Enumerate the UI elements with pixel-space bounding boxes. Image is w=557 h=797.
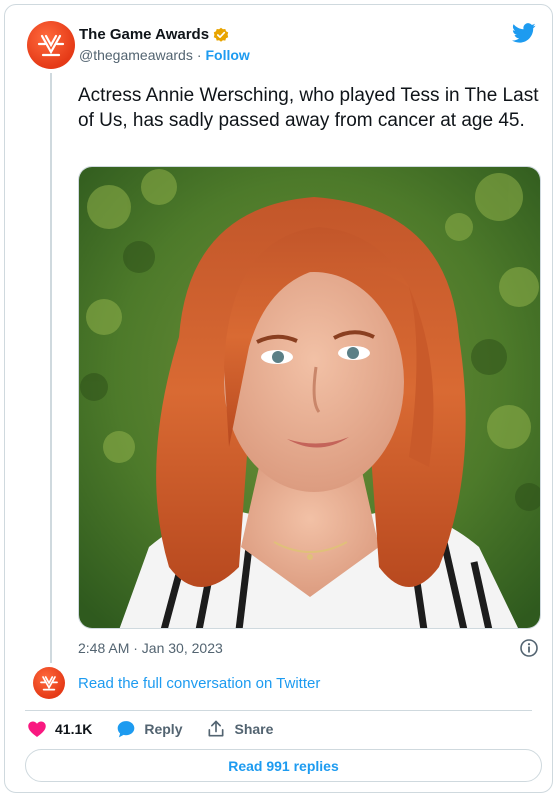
follow-button[interactable]: Follow	[206, 47, 250, 63]
thread-line	[50, 73, 52, 663]
embedded-tweet-card: The Game Awards @thegameawards · Follow …	[4, 4, 553, 793]
tweet-text: Actress Annie Wersching, who played Tess…	[78, 85, 539, 131]
like-button[interactable]: 41.1K	[27, 719, 92, 739]
divider	[25, 710, 532, 711]
account-handle[interactable]: @thegameawards	[79, 47, 193, 63]
tweet-photo[interactable]	[78, 166, 541, 629]
tweet-timestamp[interactable]: 2:48 AM · Jan 30, 2023	[78, 640, 223, 656]
share-button[interactable]: Share	[206, 719, 273, 739]
read-replies-label: Read 991 replies	[228, 757, 339, 774]
account-name-row: The Game Awards	[79, 26, 229, 43]
read-replies-button[interactable]: Read 991 replies	[25, 749, 542, 782]
tga-logo-icon	[37, 34, 65, 57]
read-conversation-link[interactable]: Read the full conversation on Twitter	[78, 675, 320, 692]
tga-logo-icon	[40, 676, 58, 691]
conversation-avatar[interactable]	[33, 667, 65, 699]
share-label: Share	[234, 721, 274, 737]
reply-label: Reply	[144, 721, 183, 737]
reply-bubble-icon	[118, 721, 135, 738]
account-name[interactable]: The Game Awards	[79, 26, 209, 43]
heart-icon	[28, 721, 46, 737]
like-count: 41.1K	[55, 721, 93, 737]
info-icon[interactable]	[519, 638, 539, 658]
reply-button[interactable]: Reply	[116, 719, 182, 739]
account-handle-row: @thegameawards · Follow	[79, 47, 250, 63]
verified-badge-icon	[213, 27, 229, 42]
share-icon	[208, 720, 224, 737]
portrait-image	[79, 167, 540, 628]
separator: ·	[196, 47, 202, 63]
action-bar: 41.1K Reply Share	[27, 718, 297, 740]
twitter-bird-icon[interactable]	[512, 21, 536, 45]
avatar[interactable]	[27, 21, 75, 69]
